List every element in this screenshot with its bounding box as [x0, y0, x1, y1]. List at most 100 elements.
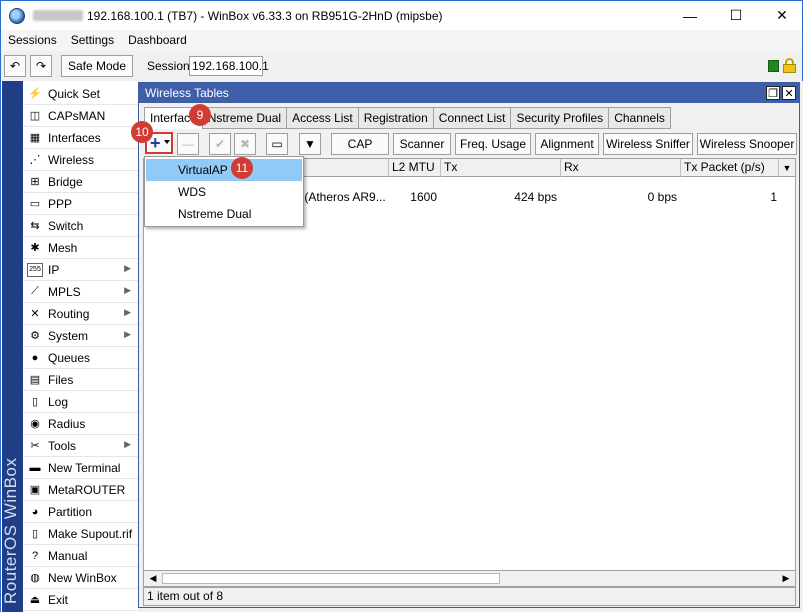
sidebar-item-label: Radius: [48, 416, 86, 431]
scroll-right-icon[interactable]: ▶: [779, 571, 793, 586]
add-dropdown-menu: VirtualAP WDS Nstreme Dual: [144, 156, 304, 227]
sidebar-item-new-terminal[interactable]: ▬ New Terminal: [23, 457, 139, 479]
dropdown-item-nstreme-dual[interactable]: Nstreme Dual: [146, 203, 302, 225]
sidebar-item-label: Interfaces: [48, 130, 101, 145]
sidebar-item-files[interactable]: ▤ Files: [23, 369, 139, 391]
sidebar-item-label: MetaROUTER: [48, 482, 126, 497]
connection-status-indicator: [768, 60, 779, 72]
sidebar-item-new-winbox[interactable]: ◍ New WinBox: [23, 567, 139, 589]
scanner-button[interactable]: Scanner: [393, 133, 451, 155]
restore-window-button[interactable]: ❐: [766, 86, 780, 100]
metarouter-icon: ▣: [29, 484, 41, 496]
sidebar-item-mpls[interactable]: ⟋ MPLS ▶: [23, 281, 139, 303]
log-icon: ▯: [31, 396, 39, 408]
sidebar-item-label: Switch: [48, 218, 84, 233]
tab-registration[interactable]: Registration: [357, 107, 433, 129]
session-field[interactable]: 192.168.100.1: [189, 56, 269, 76]
horizontal-scrollbar[interactable]: ◀ ▶: [143, 571, 796, 587]
sidebar-item-system[interactable]: ⚙ System ▶: [23, 325, 139, 347]
enable-button[interactable]: ✔: [209, 133, 231, 155]
sidebar-item-label: Queues: [48, 350, 91, 365]
wireless-sniffer-button[interactable]: Wireless Sniffer: [603, 133, 693, 155]
column-header-rx[interactable]: Rx: [561, 159, 681, 177]
routing-icon: ✕: [30, 308, 40, 320]
sidebar-item-label: IP: [48, 262, 60, 277]
tab-access-list[interactable]: Access List: [286, 107, 358, 129]
sidebar-item-quick-set[interactable]: ⚡ Quick Set: [23, 83, 139, 105]
maximize-button[interactable]: ☐: [713, 1, 759, 30]
dropdown-item-virtualap[interactable]: VirtualAP: [146, 159, 302, 181]
sidebar-item-capsman[interactable]: ◫ CAPsMAN: [23, 105, 139, 127]
sidebar-item-radius[interactable]: ◉ Radius: [23, 413, 139, 435]
comment-button[interactable]: ▭: [266, 133, 288, 155]
column-menu-icon[interactable]: ▼: [779, 159, 795, 177]
tab-channels[interactable]: Channels: [608, 107, 671, 129]
dropdown-item-wds[interactable]: WDS: [146, 181, 302, 203]
sidebar-item-ppp[interactable]: ▭ PPP: [23, 193, 139, 215]
menu-settings[interactable]: Settings: [64, 30, 121, 51]
sidebar-item-exit[interactable]: ⏏ Exit: [23, 589, 139, 611]
sidebar-item-make-supout-rif[interactable]: ▯ Make Supout.rif: [23, 523, 139, 545]
cell-type: ss (Atheros AR9...: [289, 190, 386, 204]
sidebar-item-label: Tools: [48, 438, 77, 453]
new-winbox-icon: ◍: [30, 572, 40, 584]
sidebar-item-label: Make Supout.rif: [48, 526, 133, 541]
freq-usage-button[interactable]: Freq. Usage: [455, 133, 531, 155]
window-title: 192.168.100.1 (TB7) - WinBox v6.33.3 on …: [87, 8, 443, 23]
sidebar-item-partition[interactable]: ◕ Partition: [23, 501, 139, 523]
sidebar-item-tools[interactable]: ✂ Tools ▶: [23, 435, 139, 457]
quick-set-icon: ⚡: [28, 88, 42, 100]
sidebar-item-interfaces[interactable]: ▦ Interfaces: [23, 127, 139, 149]
sidebar-item-label: CAPsMAN: [48, 108, 106, 123]
submenu-arrow-icon: ▶: [124, 263, 131, 273]
sidebar-item-label: Mesh: [48, 240, 78, 255]
sidebar-item-mesh[interactable]: ✱ Mesh: [23, 237, 139, 259]
cap-button[interactable]: CAP: [331, 133, 389, 155]
column-header-tx-packet[interactable]: Tx Packet (p/s): [681, 159, 779, 177]
scroll-left-icon[interactable]: ◀: [146, 571, 160, 586]
column-header-l2mtu[interactable]: L2 MTU: [389, 159, 441, 177]
sidebar-item-metarouter[interactable]: ▣ MetaROUTER: [23, 479, 139, 501]
safe-mode-button[interactable]: Safe Mode: [61, 55, 133, 77]
sidebar-item-ip[interactable]: 255 IP ▶: [23, 259, 139, 281]
tab-connect-list[interactable]: Connect List: [432, 107, 511, 129]
remove-button[interactable]: —: [177, 133, 199, 155]
sidebar-item-bridge[interactable]: ⊞ Bridge: [23, 171, 139, 193]
close-window-button[interactable]: ✕: [782, 86, 796, 100]
wireless-snooper-button[interactable]: Wireless Snooper: [697, 133, 797, 155]
disable-button[interactable]: ✖: [234, 133, 256, 155]
status-bar: 1 item out of 8: [143, 587, 796, 606]
menu-sessions[interactable]: Sessions: [1, 30, 64, 51]
sidebar-item-manual[interactable]: ? Manual: [23, 545, 139, 567]
sidebar-item-switch[interactable]: ⇆ Switch: [23, 215, 139, 237]
caret-down-icon: [164, 140, 170, 144]
mesh-icon: ✱: [30, 242, 40, 254]
brand-text: RouterOS WinBox: [1, 457, 20, 604]
close-button[interactable]: ✕: [759, 1, 803, 30]
step-badge-11: 11: [231, 157, 253, 179]
sidebar-item-routing[interactable]: ✕ Routing ▶: [23, 303, 139, 325]
queues-icon: ●: [31, 351, 39, 364]
sidebar-item-wireless[interactable]: ⋰ Wireless: [23, 149, 139, 171]
title-bar: 192.168.100.1 (TB7) - WinBox v6.33.3 on …: [0, 0, 803, 30]
menu-dashboard[interactable]: Dashboard: [121, 30, 194, 51]
redo-button[interactable]: ↷: [30, 55, 52, 77]
undo-button[interactable]: ↶: [4, 55, 26, 77]
wireless-tables-title[interactable]: Wireless Tables: [139, 83, 799, 103]
sidebar-item-label: Log: [48, 394, 69, 409]
minimize-button[interactable]: —: [667, 1, 713, 30]
routeros-brand-strip: RouterOS WinBox: [1, 81, 23, 612]
sidebar-item-label: Partition: [48, 504, 93, 519]
mpls-icon: ⟋: [31, 285, 39, 297]
sidebar-item-label: MPLS: [48, 284, 81, 299]
partition-icon: ◕: [31, 505, 39, 518]
scroll-thumb[interactable]: [162, 573, 500, 584]
filter-icon[interactable]: ▼: [299, 133, 321, 155]
alignment-button[interactable]: Alignment: [535, 133, 599, 155]
sidebar-item-queues[interactable]: ● Queues: [23, 347, 139, 369]
tab-security-profiles[interactable]: Security Profiles: [510, 107, 609, 129]
column-header-tx[interactable]: Tx: [441, 159, 561, 177]
sidebar-item-log[interactable]: ▯ Log: [23, 391, 139, 413]
tab-nstreme-dual[interactable]: Nstreme Dual: [201, 107, 287, 129]
lock-icon: [783, 58, 796, 73]
